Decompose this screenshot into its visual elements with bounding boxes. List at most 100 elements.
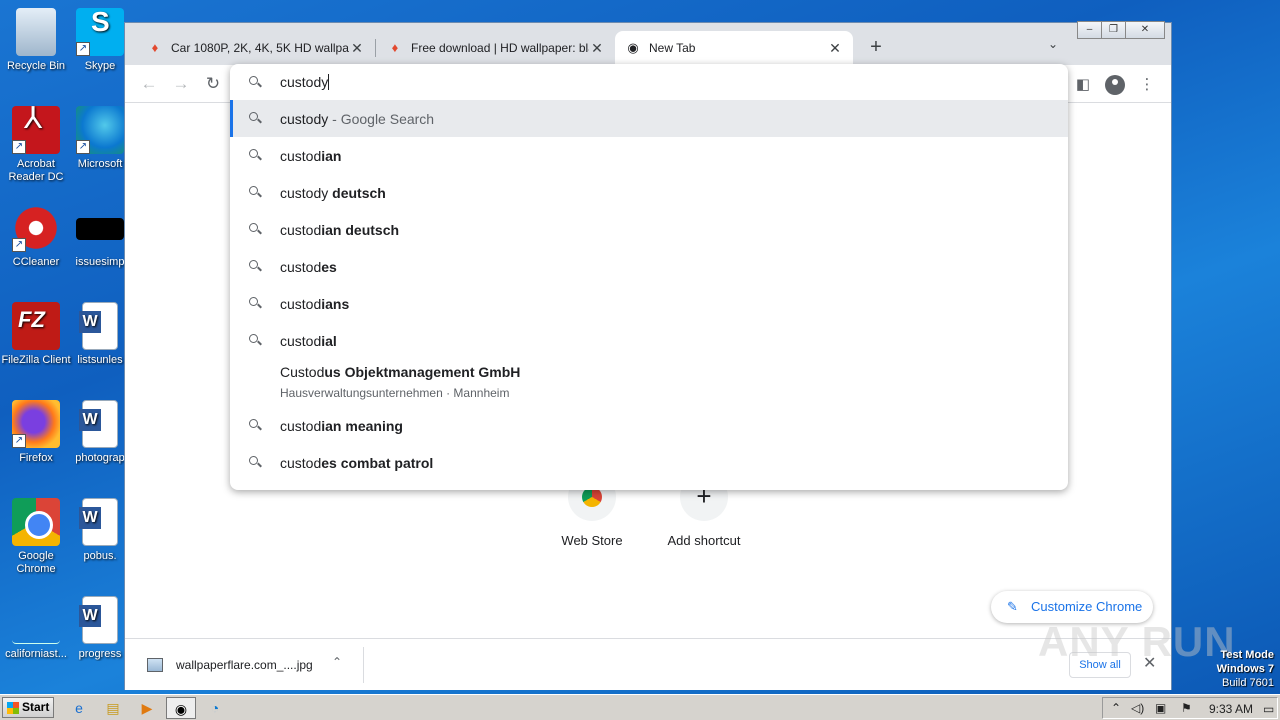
anyrun-watermark: ANY RUN [1038,618,1236,665]
tab-free-download[interactable]: ♦ Free download | HD wallpaper: black ✕ [377,31,615,65]
menu-kebab-icon[interactable]: ⋮ [1135,73,1159,97]
suggestion-subtitle: Hausverwaltungsunternehmen · Mannheim [280,386,510,400]
suggestion-hint: - Google Search [328,111,435,127]
suggestion-completion: us Objektmanagement GmbH [324,364,521,380]
taskbar-chrome-icon[interactable]: ◉ [166,697,196,719]
desktop-icon-label: Firefox [19,452,53,464]
desktop-icon-californiast[interactable]: californiast... [1,596,71,661]
start-button[interactable]: Start [2,697,54,718]
reload-icon[interactable]: ↻ [201,73,225,97]
taskbar-media-player-icon[interactable]: ▶ [134,697,160,719]
word-doc-icon [79,596,118,644]
minimize-button[interactable]: – [1077,21,1102,39]
desktop-icon-recycle-bin[interactable]: Recycle Bin [1,8,71,73]
tab-strip: ♦ Car 1080P, 2K, 4K, 5K HD wallpapers ✕ … [125,21,1171,65]
suggestion-typed-text: Custod [280,364,325,380]
desktop-icon-edge[interactable]: ↗ Microsoft [75,106,125,171]
tab-search-icon[interactable]: ⌄ [1043,37,1063,57]
search-icon [248,222,264,238]
desktop-icon-progress[interactable]: progress [75,596,125,661]
desktop-icon-filezilla[interactable]: FileZilla Client [1,302,71,367]
desktop-icon-chrome[interactable]: Google Chrome [1,498,71,576]
search-icon [248,185,264,201]
suggestion-typed-text: custod [280,148,322,164]
desktop-icon-label: californiast... [5,648,67,660]
desktop-icon-skype[interactable]: ↗ Skype [75,8,125,73]
volume-icon[interactable]: ◁) [1131,701,1144,715]
show-desktop-icon[interactable]: ▭ [1263,702,1274,716]
suggestion-typed-text: custod [280,296,322,312]
new-tab-button[interactable]: + [863,35,889,61]
back-arrow-icon[interactable]: ← [137,73,161,97]
side-panel-icon[interactable]: ◧ [1071,73,1095,97]
action-center-flag-icon[interactable]: ⚑ [1181,701,1192,715]
maximize-button[interactable]: ❐ [1101,21,1126,39]
tab-separator [375,39,376,57]
search-icon [248,418,264,434]
desktop-icon-listsunles[interactable]: listsunles [75,302,125,367]
download-file-name[interactable]: wallpaperflare.com_....jpg [176,658,313,672]
profile-avatar-icon[interactable] [1103,73,1127,97]
desktop-icon-label: listsunles [77,354,123,366]
download-bar: wallpaperflare.com_....jpg ⌃ Show all ✕ [125,638,1171,690]
desktop-icon-ccleaner[interactable]: ↗ CCleaner [1,204,71,269]
tray-expand-icon[interactable]: ⌃ [1111,701,1121,715]
clock[interactable]: 9:33 AM [1209,702,1253,716]
suggestion-typed-text: custody [280,185,329,201]
suggestion-completion: ians [321,296,350,312]
suggestion-completion: ian [321,148,342,164]
network-icon[interactable]: ▣ [1155,701,1166,715]
search-suggestion[interactable]: custodian [230,137,1068,174]
forward-arrow-icon[interactable]: → [169,73,193,97]
address-bar-query: custody [280,74,329,90]
taskbar-explorer-icon[interactable]: ▤ [100,697,126,719]
desktop-icon-label: Recycle Bin [6,60,66,72]
search-icon [248,333,264,349]
search-suggestion[interactable]: custody deutsch [230,174,1068,211]
tab-close-icon[interactable]: ✕ [349,40,365,56]
tab-title: Car 1080P, 2K, 4K, 5K HD wallpapers [171,41,349,55]
search-suggestion[interactable]: custodial [230,322,1068,359]
taskbar-edge-icon[interactable]: ◔ [202,697,228,719]
desktop-icon-pobus[interactable]: pobus. [75,498,125,563]
entity-suggestion[interactable]: Custodus Objektmanagement GmbH Hausverwal… [230,359,1068,407]
tab-close-icon[interactable]: ✕ [589,40,605,56]
desktop-icon-photograp[interactable]: photograp [75,400,125,465]
desktop-icon-firefox[interactable]: ↗ Firefox [1,400,71,465]
desktop-icon-label: CCleaner [12,256,60,268]
search-suggestion[interactable]: custodian meaning [230,407,1068,444]
search-suggestion[interactable]: custodian deutsch [230,211,1068,248]
desktop-icon-label: FileZilla Client [1,354,71,366]
search-suggestion[interactable]: custodes [230,248,1068,285]
desktop-icon-acrobat[interactable]: ↗ Acrobat Reader DC [1,106,71,184]
word-doc-icon [79,498,118,546]
desktop-icon-label: issuesimp [75,256,125,268]
close-window-button[interactable]: ✕ [1125,21,1165,39]
blank-file-icon [12,614,60,644]
suggestion-completion: deutsch [328,185,386,201]
ccleaner-icon: ↗ [12,204,60,252]
tab-title: New Tab [649,41,696,55]
firefox-icon: ↗ [12,400,60,448]
address-bar-input[interactable]: custody [230,64,1068,100]
search-suggestion[interactable]: custody - Google Search [230,100,1068,137]
chevron-up-icon[interactable]: ⌃ [332,655,342,669]
chrome-icon: ◉ [627,40,639,55]
suggestion-typed-text: custod [280,222,322,238]
search-icon [248,259,264,275]
suggestion-completion: es combat patrol [321,455,434,471]
skype-icon: ↗ [76,8,124,56]
start-label: Start [22,700,50,714]
flame-icon: ♦ [151,40,159,55]
taskbar-ie-icon[interactable]: e [66,697,92,719]
tab-new-tab[interactable]: ◉ New Tab ✕ [615,31,853,65]
search-suggestion[interactable]: custodians [230,285,1068,322]
tab-car-wallpapers[interactable]: ♦ Car 1080P, 2K, 4K, 5K HD wallpapers ✕ [137,31,375,65]
black-file-icon [76,218,124,240]
tab-close-icon[interactable]: ✕ [827,40,843,56]
search-suggestion[interactable]: custodes combat patrol [230,444,1068,481]
edge-icon: ↗ [76,106,124,154]
desktop-icon-issuesimp[interactable]: issuesimp [75,204,125,269]
suggestion-completion: ian meaning [321,418,403,434]
omnibox-dropdown: custody custody - Google Search custodian… [230,64,1068,490]
